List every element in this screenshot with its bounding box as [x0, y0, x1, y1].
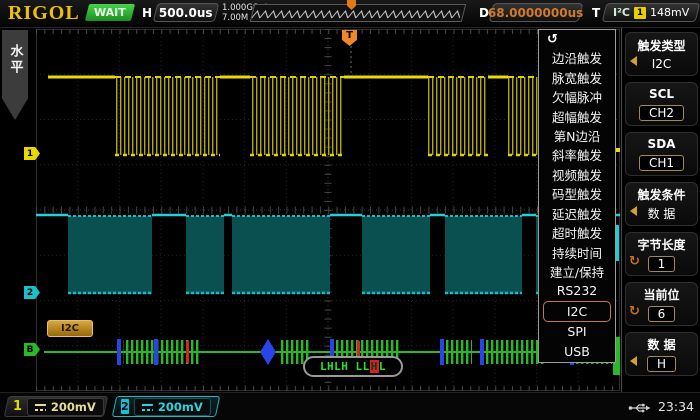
dropdown-item[interactable]: 第N边沿 — [539, 126, 615, 145]
ch2-level-indicator — [616, 225, 619, 261]
dropdown-item[interactable]: 边沿触发 — [539, 48, 615, 67]
menu-label: 触发条件 — [637, 186, 685, 203]
pattern-prefix: LHLH LL — [320, 360, 370, 373]
dropdown-item[interactable]: SPI — [539, 322, 615, 341]
menu-value: CH2 — [639, 105, 684, 121]
chevron-left-icon — [630, 56, 637, 66]
horizontal-position-preview — [250, 4, 466, 22]
dropdown-item[interactable]: USB — [539, 342, 615, 361]
bus-marker-label: B — [27, 345, 34, 355]
ch2-marker-label: 2 — [27, 288, 33, 298]
decode-address-diamond — [260, 339, 276, 365]
channel2-number: 2 — [121, 399, 129, 414]
dropdown-item[interactable]: RS232 — [539, 281, 615, 300]
menu-item-data[interactable]: 数 据 H — [625, 332, 698, 376]
rotate-knob-icon: ↻ — [629, 305, 640, 318]
dropdown-item-i2c-selected[interactable]: I2C — [543, 301, 611, 322]
rigol-logo: RIGOL — [8, 2, 80, 25]
dropdown-item[interactable]: 超时触发 — [539, 223, 615, 242]
pattern-current-bit: H — [370, 360, 379, 373]
trigger-type-dropdown: ↺ 边沿触发 脉宽触发 欠幅脉冲 超幅触发 第N边沿 斜率触发 视频触发 码型触… — [538, 29, 616, 363]
horizontal-label: H — [142, 6, 152, 20]
usb-icon — [628, 402, 652, 414]
dropdown-item[interactable]: 视频触发 — [539, 165, 615, 184]
channel1-number: 1 — [13, 399, 22, 414]
dc-coupling-icon — [142, 403, 153, 410]
dropdown-item[interactable]: 建立/保持 — [539, 262, 615, 281]
rotate-knob-icon: ↻ — [629, 255, 640, 268]
trigger-marker-label: T — [346, 30, 353, 46]
bottom-status-bar: 1 200mV 2 200mV 23:34 — [0, 392, 700, 420]
waveform-preview-zigzag — [251, 7, 462, 21]
menu-label: 字节长度 — [637, 236, 685, 253]
bus-type-label: I2C — [61, 323, 79, 334]
channel2-scale: 200mV — [158, 400, 203, 414]
trigger-info-chip: I²C 1 148mV — [602, 3, 700, 22]
collapse-icon[interactable]: ↺ — [547, 32, 558, 47]
menu-value: 数 据 — [648, 205, 676, 222]
scope-graticule — [36, 29, 620, 391]
timebase-chip: 500.0us — [153, 3, 220, 22]
clock-display: 23:34 — [658, 399, 694, 414]
dropdown-item[interactable]: 码型触发 — [539, 184, 615, 203]
menu-value: 1 — [648, 256, 676, 272]
bus-type-badge: I2C — [47, 320, 93, 337]
trigger-level-value: 148mV — [650, 6, 689, 19]
ch1-waveform — [48, 77, 616, 155]
dropdown-item[interactable]: 欠幅脉冲 — [539, 87, 615, 106]
menu-label: 数 据 — [647, 336, 675, 353]
dropdown-item[interactable]: 超幅触发 — [539, 106, 615, 125]
channel1-scale: 200mV — [51, 400, 96, 414]
dropdown-item[interactable]: 脉宽触发 — [539, 67, 615, 86]
decode-pattern-annotation: LHLH LLHL — [303, 356, 403, 377]
dropdown-item[interactable]: 延迟触发 — [539, 204, 615, 223]
menu-label: SDA — [648, 137, 676, 151]
menu-item-trigger-condition[interactable]: 触发条件 数 据 — [625, 182, 698, 226]
channel1-status[interactable]: 1 200mV — [4, 396, 108, 417]
dropdown-item[interactable]: 持续时间 — [539, 242, 615, 261]
dc-coupling-icon — [35, 403, 46, 410]
timebase-value: 500.0us — [159, 6, 213, 20]
menu-item-scl[interactable]: SCL CH2 — [625, 82, 698, 126]
menu-value: I2C — [652, 57, 672, 71]
menu-label: 当前位 — [643, 286, 679, 303]
delay-chip: 68.0000000us — [489, 3, 584, 22]
menu-item-current-bit[interactable]: 当前位 6 ↻ — [625, 282, 698, 326]
menu-item-sda[interactable]: SDA CH1 — [625, 132, 698, 176]
menu-value: CH1 — [639, 155, 684, 171]
dropdown-item[interactable]: 斜率触发 — [539, 145, 615, 164]
menu-item-trigger-type[interactable]: 触发类型 I2C — [625, 32, 698, 76]
channel2-status[interactable]: 2 200mV — [112, 396, 220, 417]
oscilloscope-screen: RIGOL WAIT H 500.0us 1.000GSa/s 7.00M pt… — [0, 0, 700, 420]
run-state-badge: WAIT — [85, 4, 135, 21]
trigger-label: T — [592, 6, 600, 20]
run-state-label: WAIT — [94, 6, 126, 19]
chevron-left-icon — [630, 356, 637, 366]
delay-value: 68.0000000us — [488, 6, 583, 20]
horizontal-menu-tab[interactable]: 水平 — [2, 30, 28, 120]
trigger-type-short: I²C — [613, 6, 630, 19]
softkey-menu-panel: 触发类型 I2C SCL CH2 SDA CH1 触发条件 数 据 字节长度 1… — [621, 28, 700, 392]
menu-value: 6 — [648, 306, 676, 322]
ch2-waveform — [36, 215, 620, 294]
trigger-source-badge: 1 — [634, 7, 646, 19]
chevron-left-icon — [630, 206, 637, 216]
pattern-suffix: L — [379, 360, 386, 373]
horizontal-tab-label: 水平 — [6, 44, 25, 120]
menu-label: SCL — [649, 87, 674, 101]
menu-label: 触发类型 — [637, 37, 685, 54]
ch1-marker-label: 1 — [27, 149, 33, 159]
menu-item-byte-length[interactable]: 字节长度 1 ↻ — [625, 232, 698, 276]
menu-value: H — [647, 356, 676, 372]
top-status-bar: RIGOL WAIT H 500.0us 1.000GSa/s 7.00M pt… — [0, 0, 700, 28]
